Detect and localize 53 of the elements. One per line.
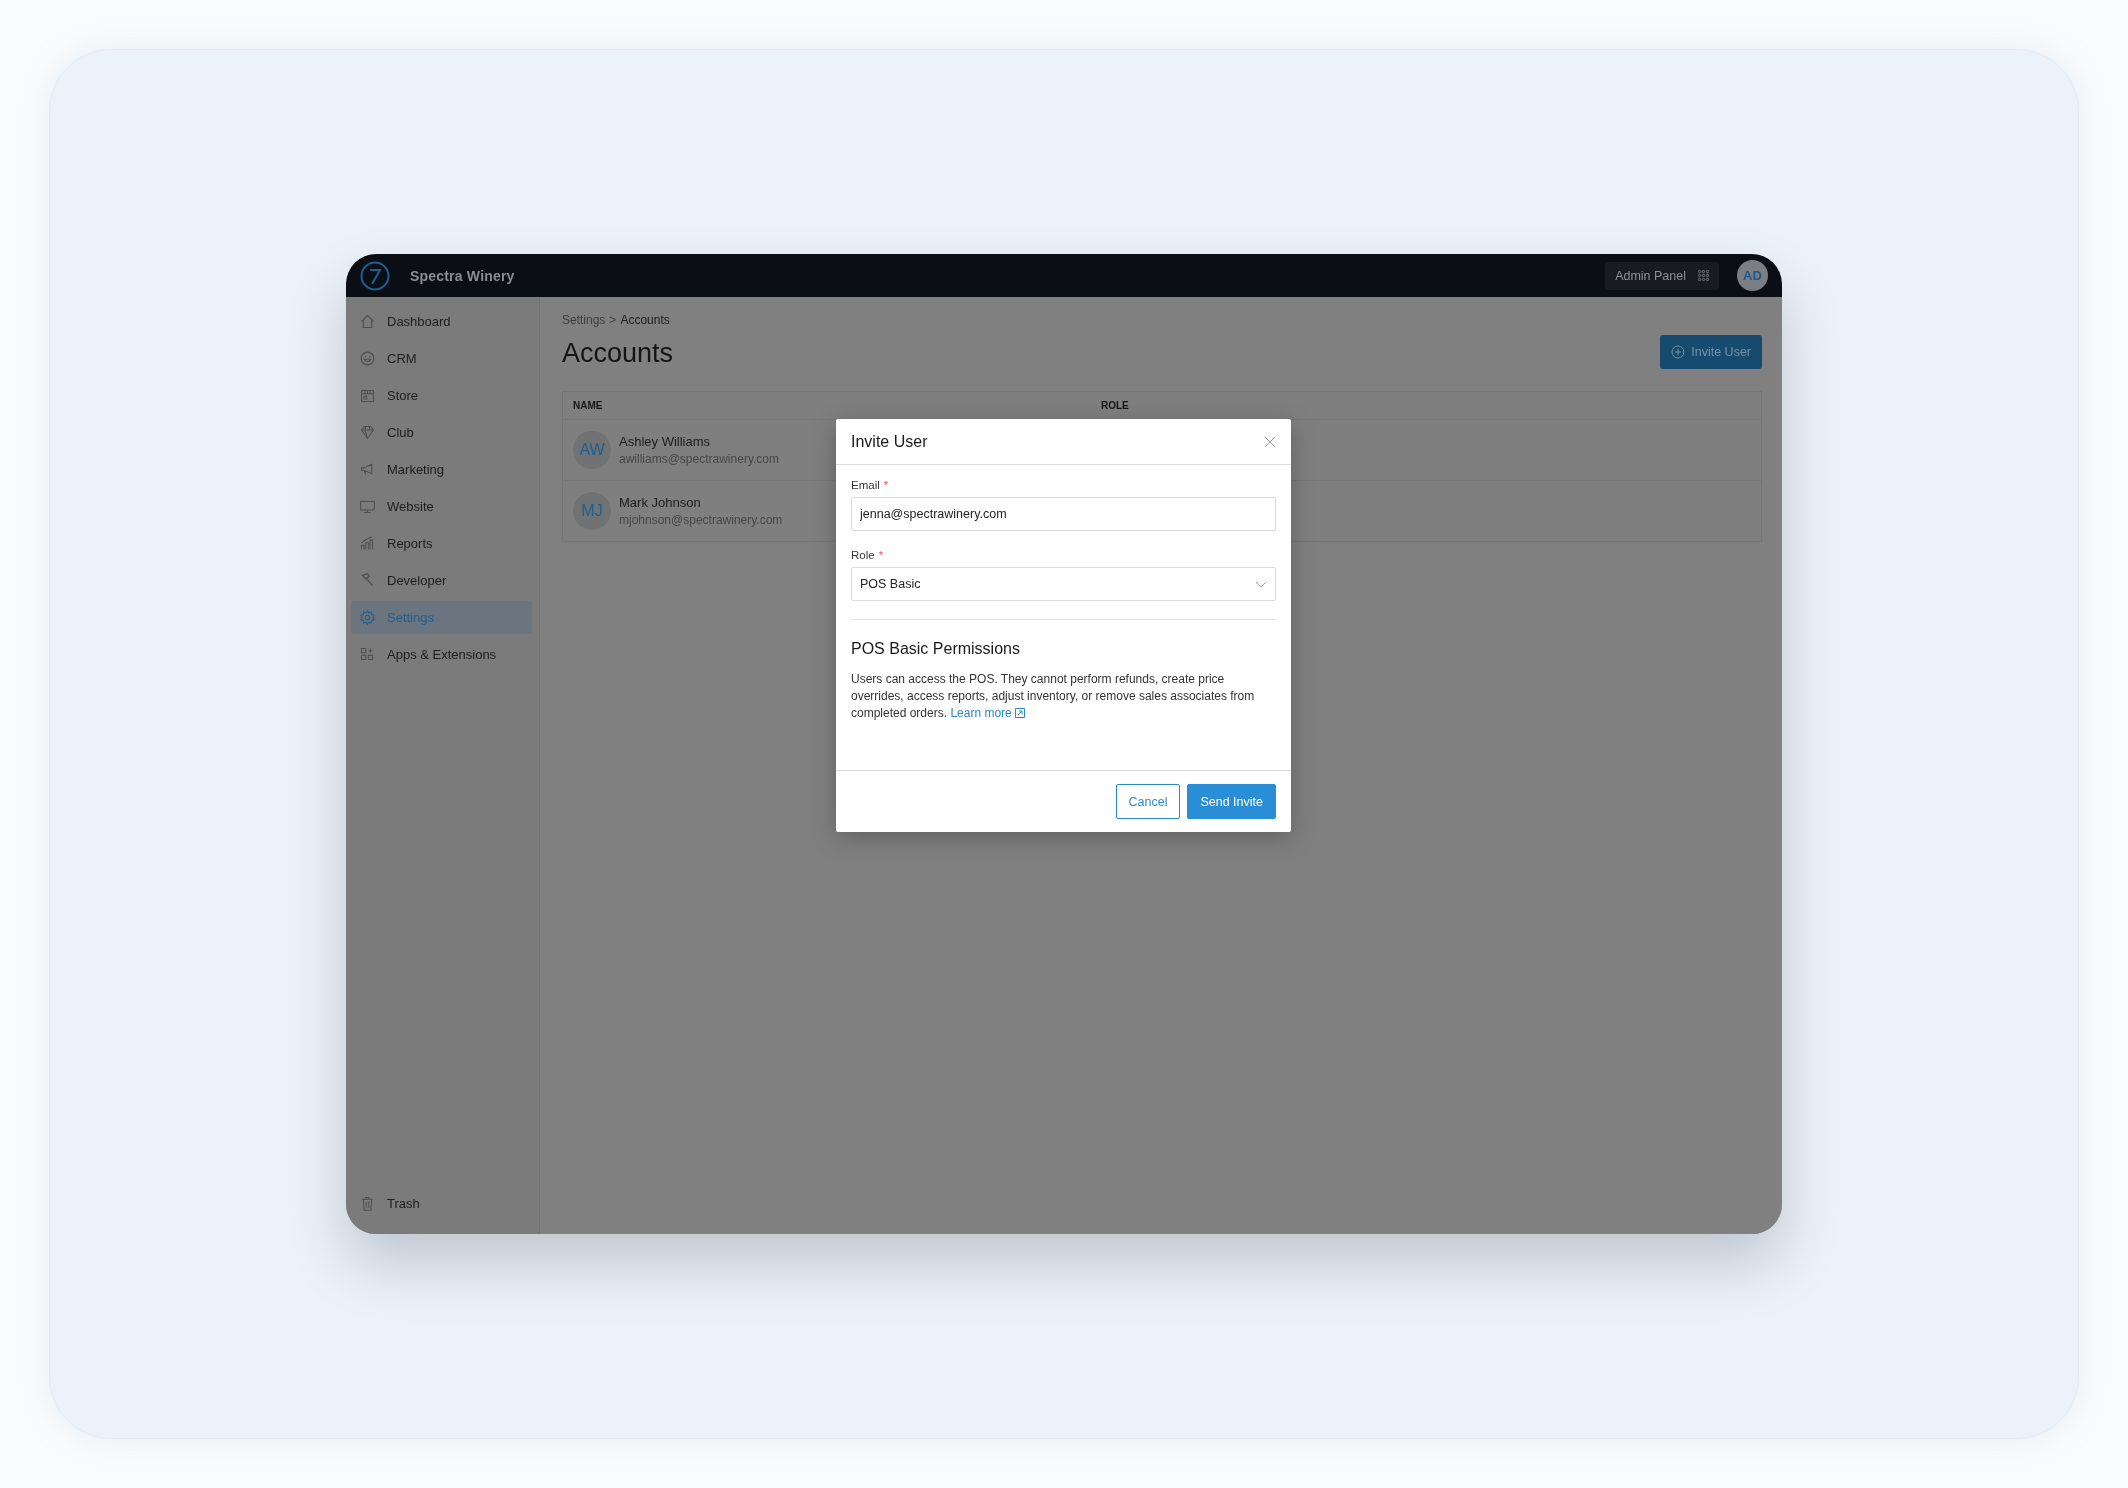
section-heading: POS Basic Permissions	[851, 640, 1021, 658]
close-icon[interactable]	[1264, 435, 1276, 448]
sidebar-item[interactable]: Developer	[351, 564, 532, 597]
sidebar-item[interactable]: CRM	[351, 342, 532, 375]
home-icon	[359, 313, 376, 330]
cancel-button[interactable]: Cancel	[1115, 784, 1181, 819]
user-avatar: AW	[573, 431, 611, 469]
sidebar-item[interactable]: Store	[351, 379, 532, 412]
user-name: Mark Johnson	[619, 495, 702, 510]
grid-plus-icon	[359, 646, 376, 663]
monitor-icon	[359, 498, 376, 515]
smiley-icon	[359, 350, 376, 367]
sidebar-item[interactable]: Marketing	[351, 453, 532, 486]
user-email: awilliams@spectrawinery.com	[619, 452, 779, 466]
logo-icon	[360, 260, 390, 291]
user-name: Ashley Williams	[619, 434, 711, 449]
sidebar-item[interactable]: Reports	[351, 527, 532, 560]
breadcrumb-separator: >	[609, 313, 617, 327]
admin-panel-button[interactable]: Admin Panel	[1605, 261, 1719, 290]
settings-icon	[359, 609, 376, 626]
learn-more-link[interactable]: Learn more	[950, 706, 1026, 720]
user-avatar: MJ	[573, 492, 611, 530]
column-header: ROLE	[1101, 400, 1129, 411]
apps-grid-icon	[1698, 270, 1709, 281]
breadcrumb-item[interactable]: Settings	[562, 313, 606, 327]
breadcrumb-item[interactable]: Accounts	[620, 313, 670, 327]
send-invite-button[interactable]: Send Invite	[1187, 784, 1276, 819]
field-label: Role	[851, 549, 875, 561]
sidebar-item[interactable]: Website	[351, 490, 532, 523]
sidebar-item[interactable]: Dashboard	[351, 305, 532, 338]
plus-circle-icon	[1671, 345, 1686, 359]
page-title: Accounts	[562, 338, 674, 369]
email-field[interactable]: jenna@spectrawinery.com	[851, 497, 1276, 531]
dialog-title: Invite User	[851, 432, 928, 451]
chevron-down-icon	[1255, 580, 1267, 588]
sidebar-item[interactable]: Trash	[351, 1187, 532, 1220]
brand-name: Spectra Winery	[410, 267, 515, 284]
invite-user-button[interactable]: Invite User	[1660, 335, 1762, 369]
required-mark: *	[878, 549, 884, 561]
storefront-icon	[359, 387, 376, 404]
bar-chart-icon	[359, 535, 376, 552]
hammer-icon	[359, 572, 376, 589]
sidebar-item[interactable]: Club	[351, 416, 532, 449]
user-email: mjohnson@spectrawinery.com	[619, 513, 783, 527]
sidebar-item[interactable]: Apps & Extensions	[351, 638, 532, 671]
permissions-description: Users can access the POS. They cannot perform refunds, create price overrides, access reports, adjust inventory, or remove sales associates from completed orders. Learn more	[851, 671, 1256, 722]
required-mark: *	[883, 479, 889, 491]
column-header: NAME	[573, 400, 604, 411]
role-select[interactable]: POS Basic	[851, 567, 1276, 601]
diamond-icon	[359, 424, 376, 441]
field-label: Email	[851, 479, 880, 491]
trash-icon	[359, 1195, 376, 1212]
external-link-icon	[1015, 708, 1026, 718]
